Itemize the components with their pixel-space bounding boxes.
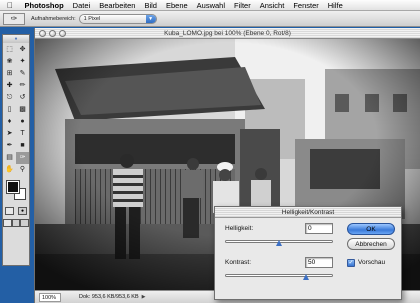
clone-stamp-tool-icon[interactable]: ⎋: [3, 92, 16, 104]
contrast-label: Kontrast:: [225, 259, 252, 266]
options-bar: ✑ Aufnahmebereich: 1 Pixel ▼: [0, 11, 420, 27]
menu-datei[interactable]: Datei: [68, 0, 95, 11]
apple-menu-icon[interactable]: : [0, 1, 20, 10]
document-titlebar[interactable]: Kuba_LOMO.jpg bei 100% (Ebene 0, Rot/8): [35, 28, 420, 39]
blur-tool-icon[interactable]: ♦: [3, 116, 16, 128]
magic-wand-tool-icon[interactable]: ✦: [16, 56, 29, 68]
zoom-tool-icon[interactable]: ⚲: [16, 164, 29, 176]
healing-brush-tool-icon[interactable]: ✚: [3, 80, 16, 92]
brightness-slider-thumb[interactable]: [276, 240, 282, 246]
sample-size-label: Aufnahmebereich:: [31, 15, 76, 22]
eraser-tool-icon[interactable]: ▯: [3, 104, 16, 116]
document-size-info: Dok: 953,6 KB/953,6 KB: [79, 294, 139, 300]
lasso-tool-icon[interactable]: ❀: [3, 56, 16, 68]
gradient-tool-icon[interactable]: ▩: [16, 104, 29, 116]
menu-photoshop[interactable]: Photoshop: [20, 0, 68, 11]
sample-size-select[interactable]: 1 Pixel ▼: [78, 13, 157, 24]
document-title: Kuba_LOMO.jpg bei 100% (Ebene 0, Rot/8): [164, 29, 291, 37]
pen-tool-icon[interactable]: ✒: [3, 140, 16, 152]
sample-size-value: 1 Pixel: [83, 15, 101, 22]
preview-checkbox[interactable]: ✓: [347, 259, 355, 267]
menu-filter[interactable]: Filter: [230, 0, 256, 11]
dialog-title[interactable]: Helligkeit/Kontrast: [215, 207, 401, 218]
color-swatches: [3, 179, 29, 203]
foreground-color-swatch[interactable]: [6, 180, 20, 194]
ok-button[interactable]: OK: [347, 223, 395, 235]
shape-tool-icon[interactable]: ■: [16, 140, 29, 152]
status-menu-arrow-icon[interactable]: ▶: [142, 294, 146, 300]
standard-screen-mode-icon[interactable]: [3, 219, 12, 227]
brightness-contrast-dialog: Helligkeit/Kontrast Helligkeit: 0 Kontra…: [214, 206, 402, 300]
chevron-down-icon: ▼: [145, 14, 156, 23]
brush-tool-icon[interactable]: ✏: [16, 80, 29, 92]
menu-bild[interactable]: Bild: [140, 0, 162, 11]
menu-hilfe[interactable]: Hilfe: [323, 0, 347, 11]
toolbox: ● ⬚ ✥ ❀ ✦ ⊞ ✎ ✚ ✏ ⎋ ↺ ▯ ▩ ♦ ● ➤ T ✒ ■ ▤ …: [2, 34, 30, 266]
menu-bearbeiten[interactable]: Bearbeiten: [95, 0, 140, 11]
slice-tool-icon[interactable]: ✎: [16, 68, 29, 80]
contrast-input[interactable]: 50: [305, 257, 333, 268]
notes-tool-icon[interactable]: ▤: [3, 152, 16, 164]
zoom-field[interactable]: 100%: [39, 292, 61, 302]
crop-tool-icon[interactable]: ⊞: [3, 68, 16, 80]
full-screen-menu-mode-icon[interactable]: [11, 219, 21, 227]
path-selection-tool-icon[interactable]: ➤: [3, 128, 16, 140]
brightness-input[interactable]: 0: [305, 223, 333, 234]
contrast-slider[interactable]: [225, 274, 333, 277]
menu-auswahl[interactable]: Auswahl: [192, 0, 229, 11]
eyedropper-tool-icon[interactable]: ✑: [16, 152, 29, 164]
standard-mode-icon[interactable]: [5, 207, 14, 215]
hand-tool-icon[interactable]: ✋: [3, 164, 16, 176]
brightness-label: Helligkeit:: [225, 225, 254, 232]
full-screen-mode-icon[interactable]: [20, 219, 30, 227]
cancel-button[interactable]: Abbrechen: [347, 238, 395, 250]
dodge-tool-icon[interactable]: ●: [16, 116, 29, 128]
menu-bar:  Photoshop Datei Bearbeiten Bild Ebene …: [0, 0, 420, 11]
menu-ansicht[interactable]: Ansicht: [255, 0, 289, 11]
type-tool-icon[interactable]: T: [16, 128, 29, 140]
history-brush-tool-icon[interactable]: ↺: [16, 92, 29, 104]
move-tool-icon[interactable]: ✥: [16, 44, 29, 56]
preview-label: Vorschau: [358, 259, 386, 266]
menu-ebene[interactable]: Ebene: [161, 0, 192, 11]
contrast-slider-thumb[interactable]: [303, 274, 309, 280]
marquee-tool-icon[interactable]: ⬚: [3, 44, 16, 56]
menu-fenster[interactable]: Fenster: [289, 0, 323, 11]
quick-mask-mode-icon[interactable]: ●: [18, 207, 27, 215]
eyedropper-preset-icon[interactable]: ✑: [3, 12, 25, 25]
toolbox-grip[interactable]: ●: [3, 35, 29, 43]
